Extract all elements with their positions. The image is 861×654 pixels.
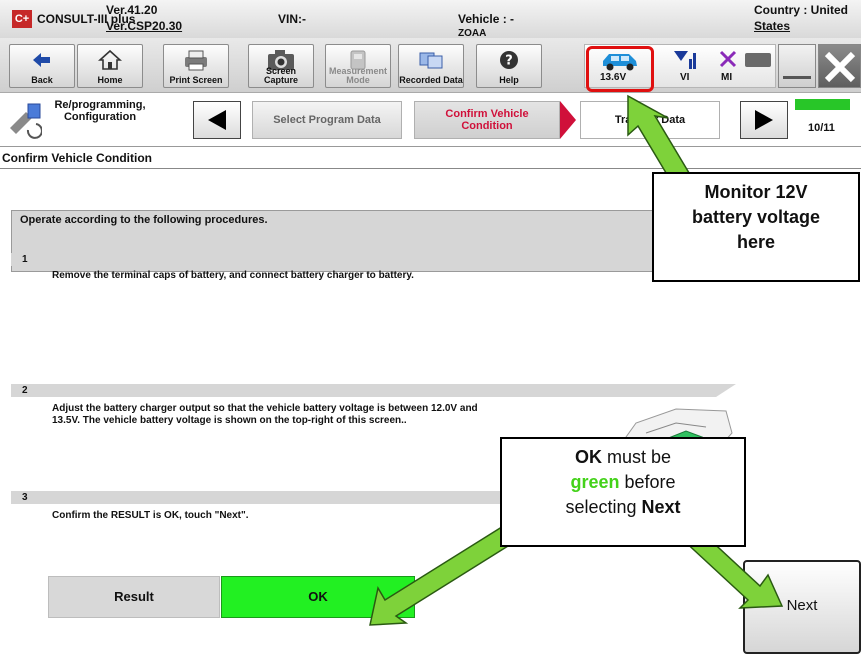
section-label-line2: Configuration [63,111,137,123]
callout-monitor-line2: battery voltage [691,207,821,227]
callout-ok-word: OK [574,447,602,467]
callout-ok-line3: selecting Next [502,495,744,520]
step-transfer-data: Transfer Data [580,101,720,139]
recorded-data-icon [399,48,463,72]
recorded-data-button[interactable]: Recorded Data [398,44,464,88]
callout-ok-rest3: selecting [565,497,642,517]
screen-title: Confirm Vehicle Condition [2,151,153,165]
step-3-text: Confirm the RESULT is OK, touch "Next". [52,510,249,521]
close-icon [824,51,856,83]
instruction-text: Operate according to the following proce… [20,214,268,226]
step-1-number: 1 [22,254,28,265]
battery-status-icon [745,53,771,67]
measurement-mode-label: Measurement Mode [328,66,388,85]
battery-voltage-value: 13.6V [600,72,627,83]
vehicle-overflow-text: ZOAA [458,28,487,37]
triangle-right-icon [755,110,773,130]
print-screen-button[interactable]: Print Screen [163,44,229,88]
result-label: Result [48,576,220,618]
step-confirm-line2: Condition [461,120,513,132]
active-step-chevron-icon [560,101,576,139]
country-value: States [754,19,791,33]
help-label: Help [499,75,519,85]
back-button[interactable]: Back [9,44,75,88]
next-step-button[interactable] [740,101,788,139]
printer-icon [164,48,228,72]
callout-monitor-voltage: Monitor 12V battery voltage here [652,172,860,282]
callout-ok-line2: green before [502,470,744,495]
battery-voltage-highlight [586,46,654,92]
callout-ok-line1: OK must be [502,445,744,470]
version-primary: Ver.41.20 [106,3,158,17]
callout-next-word: Next [641,497,681,517]
step-2-text-line1: Adjust the battery charger output so tha… [52,403,478,414]
step-confirm-line1: Confirm Vehicle [445,108,529,120]
screen-capture-button[interactable]: Screen Capture [248,44,314,88]
callout-ok-rest1: must be [601,447,672,467]
help-icon: ? [477,48,541,72]
home-button[interactable]: Home [77,44,143,88]
home-icon [78,48,142,72]
step-2-header-tail [716,384,736,397]
reprogramming-icon [8,98,43,147]
mi-disconnected-icon [718,49,738,74]
next-button[interactable]: Next [743,560,861,654]
step-2-text-line2: 13.5V. The vehicle battery voltage is sh… [52,415,407,426]
section-label-line1: Re/programming, [54,99,146,111]
callout-monitor-line3: here [736,232,776,252]
previous-step-button[interactable] [193,101,241,139]
progress-bar [795,99,850,110]
progress-count: 10/11 [808,122,835,134]
screen-capture-label: Screen Capture [263,66,298,85]
callout-monitor-line1: Monitor 12V [704,182,808,202]
callout-ok-rest2: before [619,472,676,492]
close-button[interactable] [818,44,861,88]
step-confirm-vehicle-condition: Confirm Vehicle Condition [414,101,560,139]
mi-label: MI [721,72,733,83]
callout-green-word: green [570,472,620,492]
section-label: Re/programming, Configuration [45,99,155,123]
step-2-header [11,384,716,397]
home-label: Home [97,75,123,85]
minimize-icon [783,76,811,79]
print-screen-label: Print Screen [169,75,223,85]
result-value: OK [221,576,415,618]
version-secondary: Ver.CSP20.30 [106,19,183,33]
help-button[interactable]: ? Help [476,44,542,88]
triangle-left-icon [208,110,226,130]
step-3-number: 3 [22,492,28,503]
callout-ok-green: OK must be green before selecting Next [500,437,746,547]
country-label: Country : United [754,3,848,17]
measurement-mode-button[interactable]: Measurement Mode [325,44,391,88]
step-select-program-data: Select Program Data [252,101,402,139]
app-logo-icon: C+ [12,10,32,28]
title-divider [0,168,861,169]
step-1-text: Remove the terminal caps of battery, and… [52,270,414,281]
step-2-number: 2 [22,385,28,396]
svg-text:?: ? [505,54,513,69]
back-arrow-icon [10,48,74,72]
back-label: Back [31,75,53,85]
vin-label: VIN:- [278,12,306,26]
minimize-button[interactable] [778,44,816,88]
recorded-data-label: Recorded Data [399,75,463,85]
step-2-text: Adjust the battery charger output so tha… [52,403,478,427]
vehicle-label: Vehicle : - [458,12,515,26]
vi-label: VI [680,72,690,83]
